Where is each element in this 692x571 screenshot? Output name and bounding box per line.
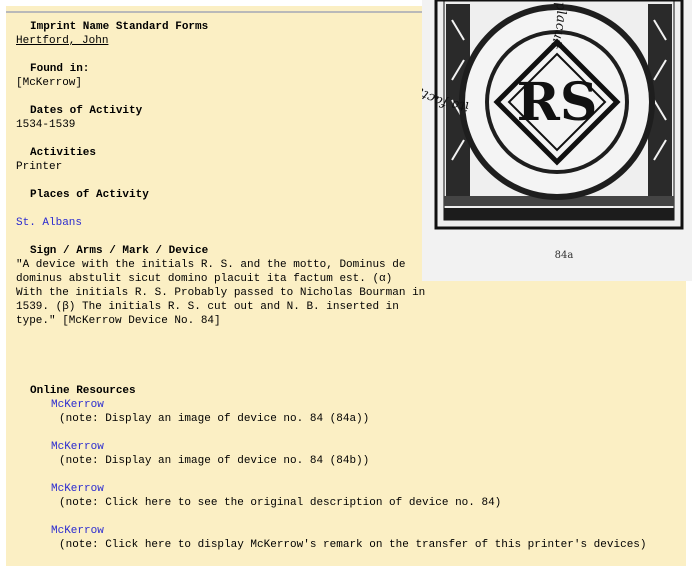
resource-note: (note: Click here to see the original de… <box>59 497 502 509</box>
resources-section: Online Resources McKerrow (note: Display… <box>16 384 676 552</box>
device-woodcut-svg: ita factum est. Dominus dedit dominus ab… <box>422 0 684 261</box>
resource-note: (note: Display an image of device no. 84… <box>59 413 370 425</box>
resource-item: McKerrow (note: Display an image of devi… <box>16 440 676 468</box>
resource-note: (note: Display an image of device no. 84… <box>59 455 370 467</box>
resource-link[interactable]: McKerrow <box>51 525 104 537</box>
resource-item: McKerrow (note: Click here to see the or… <box>16 482 676 510</box>
resource-item: McKerrow (note: Click here to display Mc… <box>16 524 676 552</box>
horizontal-rule <box>6 11 426 13</box>
sign-description-line: With the initials R. S. Probably passed … <box>16 287 426 299</box>
resource-link[interactable]: McKerrow <box>51 483 104 495</box>
device-caption: 84a <box>555 250 574 261</box>
resource-note: (note: Click here to display McKerrow's … <box>59 539 647 551</box>
resource-item: McKerrow (note: Display an image of devi… <box>16 398 676 426</box>
resources-heading: Online Resources <box>30 385 136 397</box>
sign-description-line: 1539. (β) The initials R. S. cut out and… <box>16 301 399 313</box>
sign-description-line: type." [McKerrow Device No. 84] <box>16 315 221 327</box>
resource-link[interactable]: McKerrow <box>51 441 104 453</box>
imprint-name-link[interactable]: Hertford, John <box>16 35 108 47</box>
place-link[interactable]: St. Albans <box>16 217 82 229</box>
device-base-lower <box>444 208 674 220</box>
resource-link[interactable]: McKerrow <box>51 399 104 411</box>
device-initials: RS <box>517 72 598 133</box>
printers-device-image: ita factum est. Dominus dedit dominus ab… <box>422 0 692 281</box>
